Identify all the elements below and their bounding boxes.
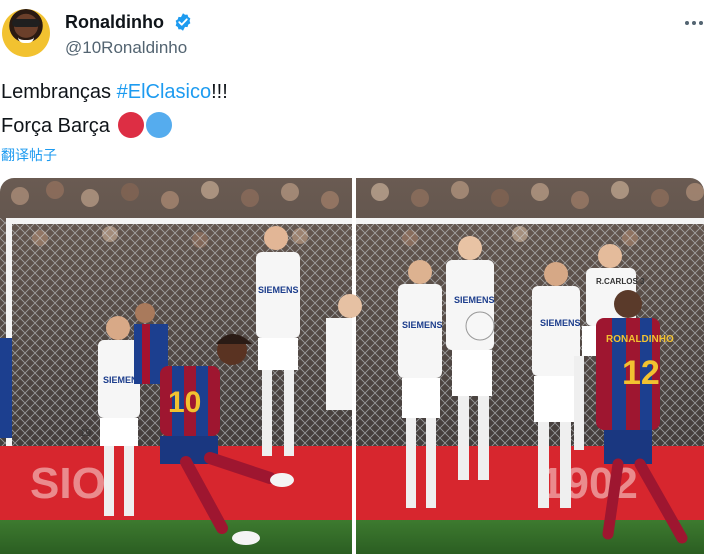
hashtag-elclasico[interactable]: #ElClasico <box>117 81 211 103</box>
blue-circle-icon <box>145 112 172 138</box>
author-handle[interactable]: @10Ronaldinho <box>65 38 187 58</box>
text-exclamation: !!! <box>211 81 228 103</box>
headband-detail <box>12 19 40 27</box>
svg-text:10: 10 <box>168 386 201 419</box>
tweet: Ronaldinho @10Ronaldinho Lembranças #ElC… <box>0 0 704 554</box>
tweet-text-line-2: Força Barça <box>1 112 172 138</box>
football-free-kick-photo: SIO 1902 SIEMENS 19 SIEMENS 10 SIEMENS S… <box>0 178 704 554</box>
more-horizontal-icon[interactable] <box>683 12 704 34</box>
author-avatar[interactable] <box>2 9 50 57</box>
tweet-text-line-1: Lembranças #ElClasico!!! <box>1 81 228 104</box>
smile-detail <box>18 37 34 43</box>
svg-text:SIEMENS: SIEMENS <box>402 320 443 330</box>
collage-divider <box>352 178 356 554</box>
author-name[interactable]: Ronaldinho <box>65 12 164 33</box>
tweet-photo[interactable]: SIO 1902 SIEMENS 19 SIEMENS 10 SIEMENS S… <box>0 178 704 554</box>
svg-text:SIEMENS: SIEMENS <box>258 285 299 295</box>
text-lembrancas: Lembranças <box>1 81 117 103</box>
svg-text:SIEMENS: SIEMENS <box>454 295 495 305</box>
red-circle-icon <box>117 112 144 138</box>
svg-text:12: 12 <box>622 354 660 392</box>
translate-post-link[interactable]: 翻译帖子 <box>1 145 57 165</box>
svg-text:RONALDINHO: RONALDINHO <box>606 334 674 345</box>
text-forca-barca: Força Barça <box>1 115 110 137</box>
svg-text:19: 19 <box>80 428 92 439</box>
verified-badge-icon <box>175 13 191 31</box>
more-dots <box>685 21 703 25</box>
svg-text:SIO: SIO <box>30 459 106 508</box>
svg-text:R.CARLOS 3: R.CARLOS 3 <box>596 277 645 286</box>
svg-text:SIEMENS: SIEMENS <box>540 318 581 328</box>
